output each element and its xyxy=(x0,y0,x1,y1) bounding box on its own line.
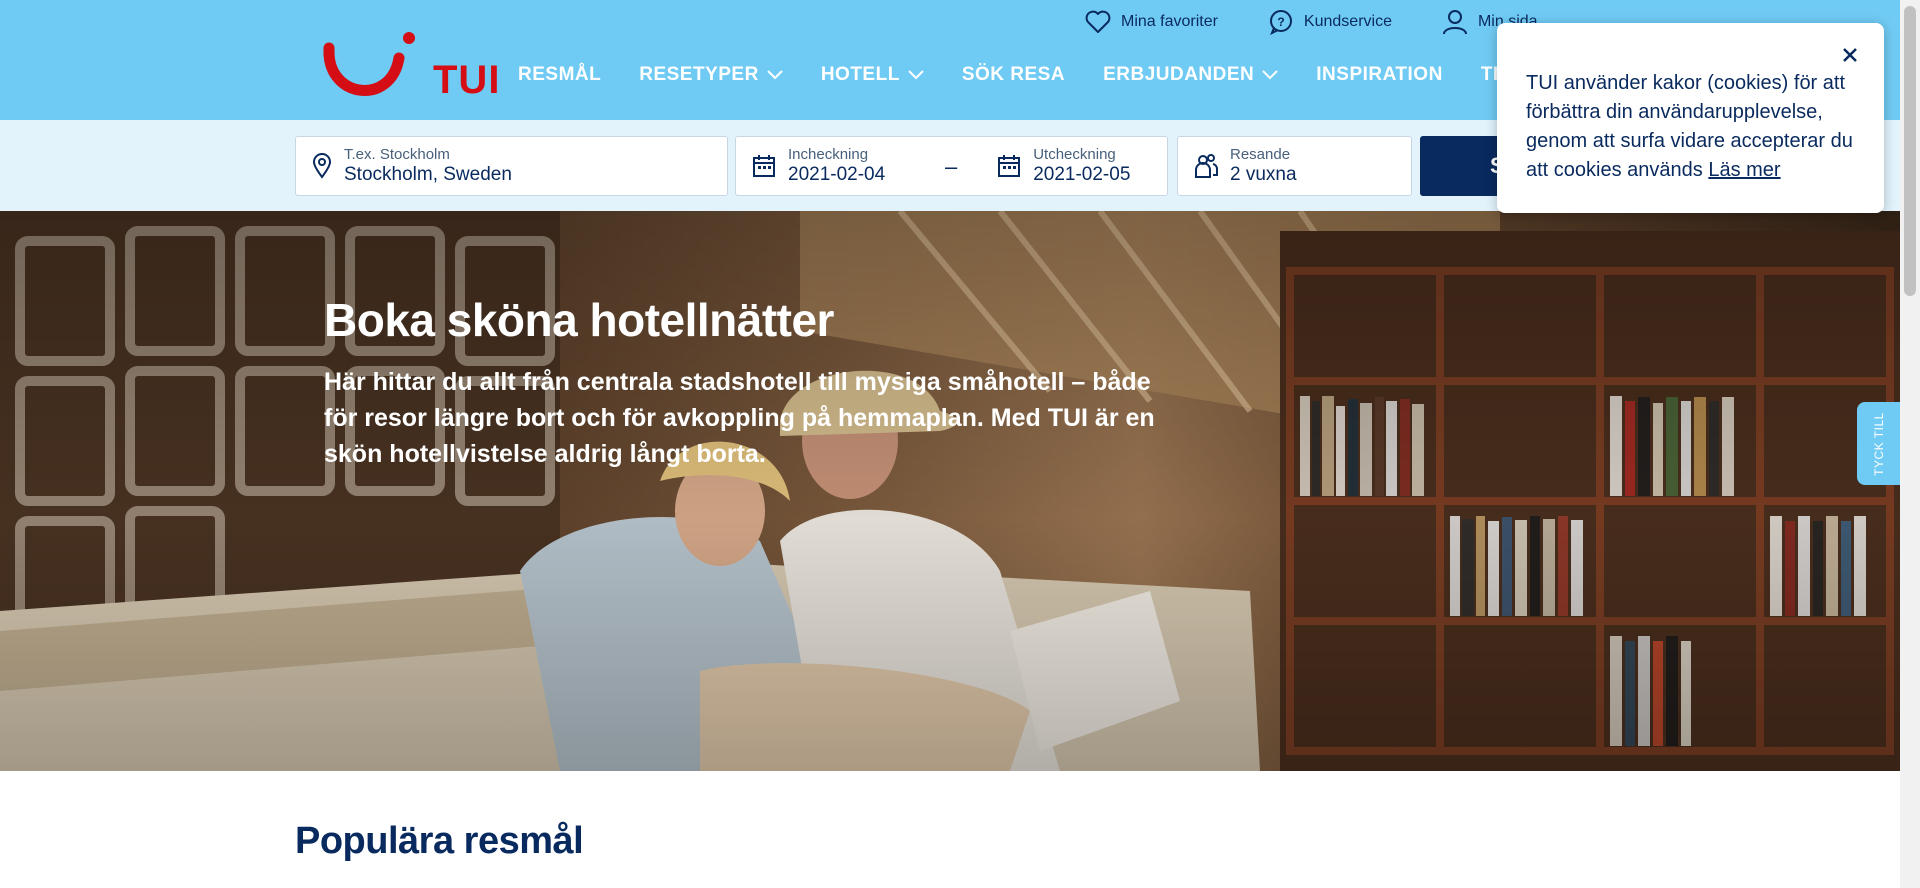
hero-text: Här hittar du allt från centrala stadsho… xyxy=(324,368,1155,468)
date-separator: – xyxy=(945,154,958,179)
nav-item-inspiration[interactable]: INSPIRATION xyxy=(1316,64,1443,86)
travelers-field[interactable]: Resande 2 vuxna xyxy=(1177,136,1412,196)
customer-service-label: Kundservice xyxy=(1303,13,1392,30)
user-icon xyxy=(1442,10,1467,35)
page: Mina favoriter ? Kundservice Min sida TU… xyxy=(0,0,1920,888)
checkout-value: 2021-02-05 xyxy=(1033,164,1131,185)
close-icon xyxy=(1843,48,1857,62)
hero-banner: Boka sköna hotellnätter Här hittar du al… xyxy=(0,211,1900,771)
nav-item-sok-resa[interactable]: SÖK RESA xyxy=(962,64,1065,86)
hero-overlay xyxy=(0,211,1900,771)
svg-text:?: ? xyxy=(1277,15,1284,29)
customer-service-link[interactable]: ? Kundservice xyxy=(1268,8,1392,36)
destination-field[interactable]: T.ex. Stockholm Stockholm, Sweden xyxy=(295,136,728,196)
cookie-message: TUI använder kakor (cookies) för att för… xyxy=(1526,72,1853,181)
chat-question-icon: ? xyxy=(1269,10,1292,35)
calendar-icon xyxy=(997,154,1021,178)
feedback-label: TYCK TILL xyxy=(1871,411,1886,476)
chevron-down-icon xyxy=(767,70,783,80)
tui-logo[interactable]: TUI xyxy=(323,28,500,104)
checkin-field[interactable]: Incheckning 2021-02-04 xyxy=(788,146,885,186)
cookie-text-block: TUI använder kakor (cookies) för att för… xyxy=(1526,69,1856,185)
nav-label: INSPIRATION xyxy=(1316,64,1443,85)
logo-text: TUI xyxy=(433,58,501,102)
nav-item-resetyper[interactable]: RESETYPER xyxy=(639,64,783,86)
location-pin-icon xyxy=(312,153,332,179)
destination-label: T.ex. Stockholm xyxy=(344,146,450,163)
scrollbar-thumb[interactable] xyxy=(1904,6,1916,296)
nav-item-erbjudanden[interactable]: ERBJUDANDEN xyxy=(1103,64,1278,86)
travelers-icon xyxy=(1194,153,1218,179)
nav-label: RESMÅL xyxy=(518,64,602,85)
tui-smile-icon xyxy=(323,32,415,96)
feedback-tab[interactable]: TYCK TILL xyxy=(1857,402,1900,485)
nav-label: ERBJUDANDEN xyxy=(1103,64,1255,85)
nav-label: RESETYPER xyxy=(639,64,759,85)
checkin-label: Incheckning xyxy=(788,146,869,163)
popular-destinations-title: Populära resmål xyxy=(295,820,584,862)
travelers-value: 2 vuxna xyxy=(1230,164,1297,185)
checkout-field[interactable]: Utcheckning 2021-02-05 xyxy=(1033,146,1130,186)
nav-item-hotell[interactable]: HOTELL xyxy=(821,64,924,86)
heart-icon xyxy=(1085,10,1111,33)
favorites-link[interactable]: Mina favoriter xyxy=(1085,8,1218,36)
checkin-value: 2021-02-04 xyxy=(788,164,886,185)
scrollbar[interactable] xyxy=(1900,0,1920,888)
chevron-down-icon xyxy=(908,70,924,80)
checkout-label: Utcheckning xyxy=(1033,146,1116,163)
close-button[interactable] xyxy=(1838,43,1862,67)
favorites-label: Mina favoriter xyxy=(1121,13,1218,30)
cookie-banner: TUI använder kakor (cookies) för att för… xyxy=(1497,23,1884,213)
hero-title: Boka sköna hotellnätter xyxy=(324,294,834,346)
nav-label: HOTELL xyxy=(820,64,900,85)
chevron-down-icon xyxy=(1262,70,1278,80)
read-more-link[interactable]: Läs mer xyxy=(1708,159,1780,181)
nav-item-resmal[interactable]: RESMÅL xyxy=(518,64,601,86)
calendar-icon xyxy=(752,154,776,178)
travelers-label: Resande xyxy=(1230,146,1291,163)
nav-label: SÖK RESA xyxy=(961,64,1066,85)
main-nav: RESMÅL RESETYPER HOTELL SÖK RESA ERBJUDA… xyxy=(518,64,1573,86)
destination-value: Stockholm, Sweden xyxy=(344,164,512,185)
